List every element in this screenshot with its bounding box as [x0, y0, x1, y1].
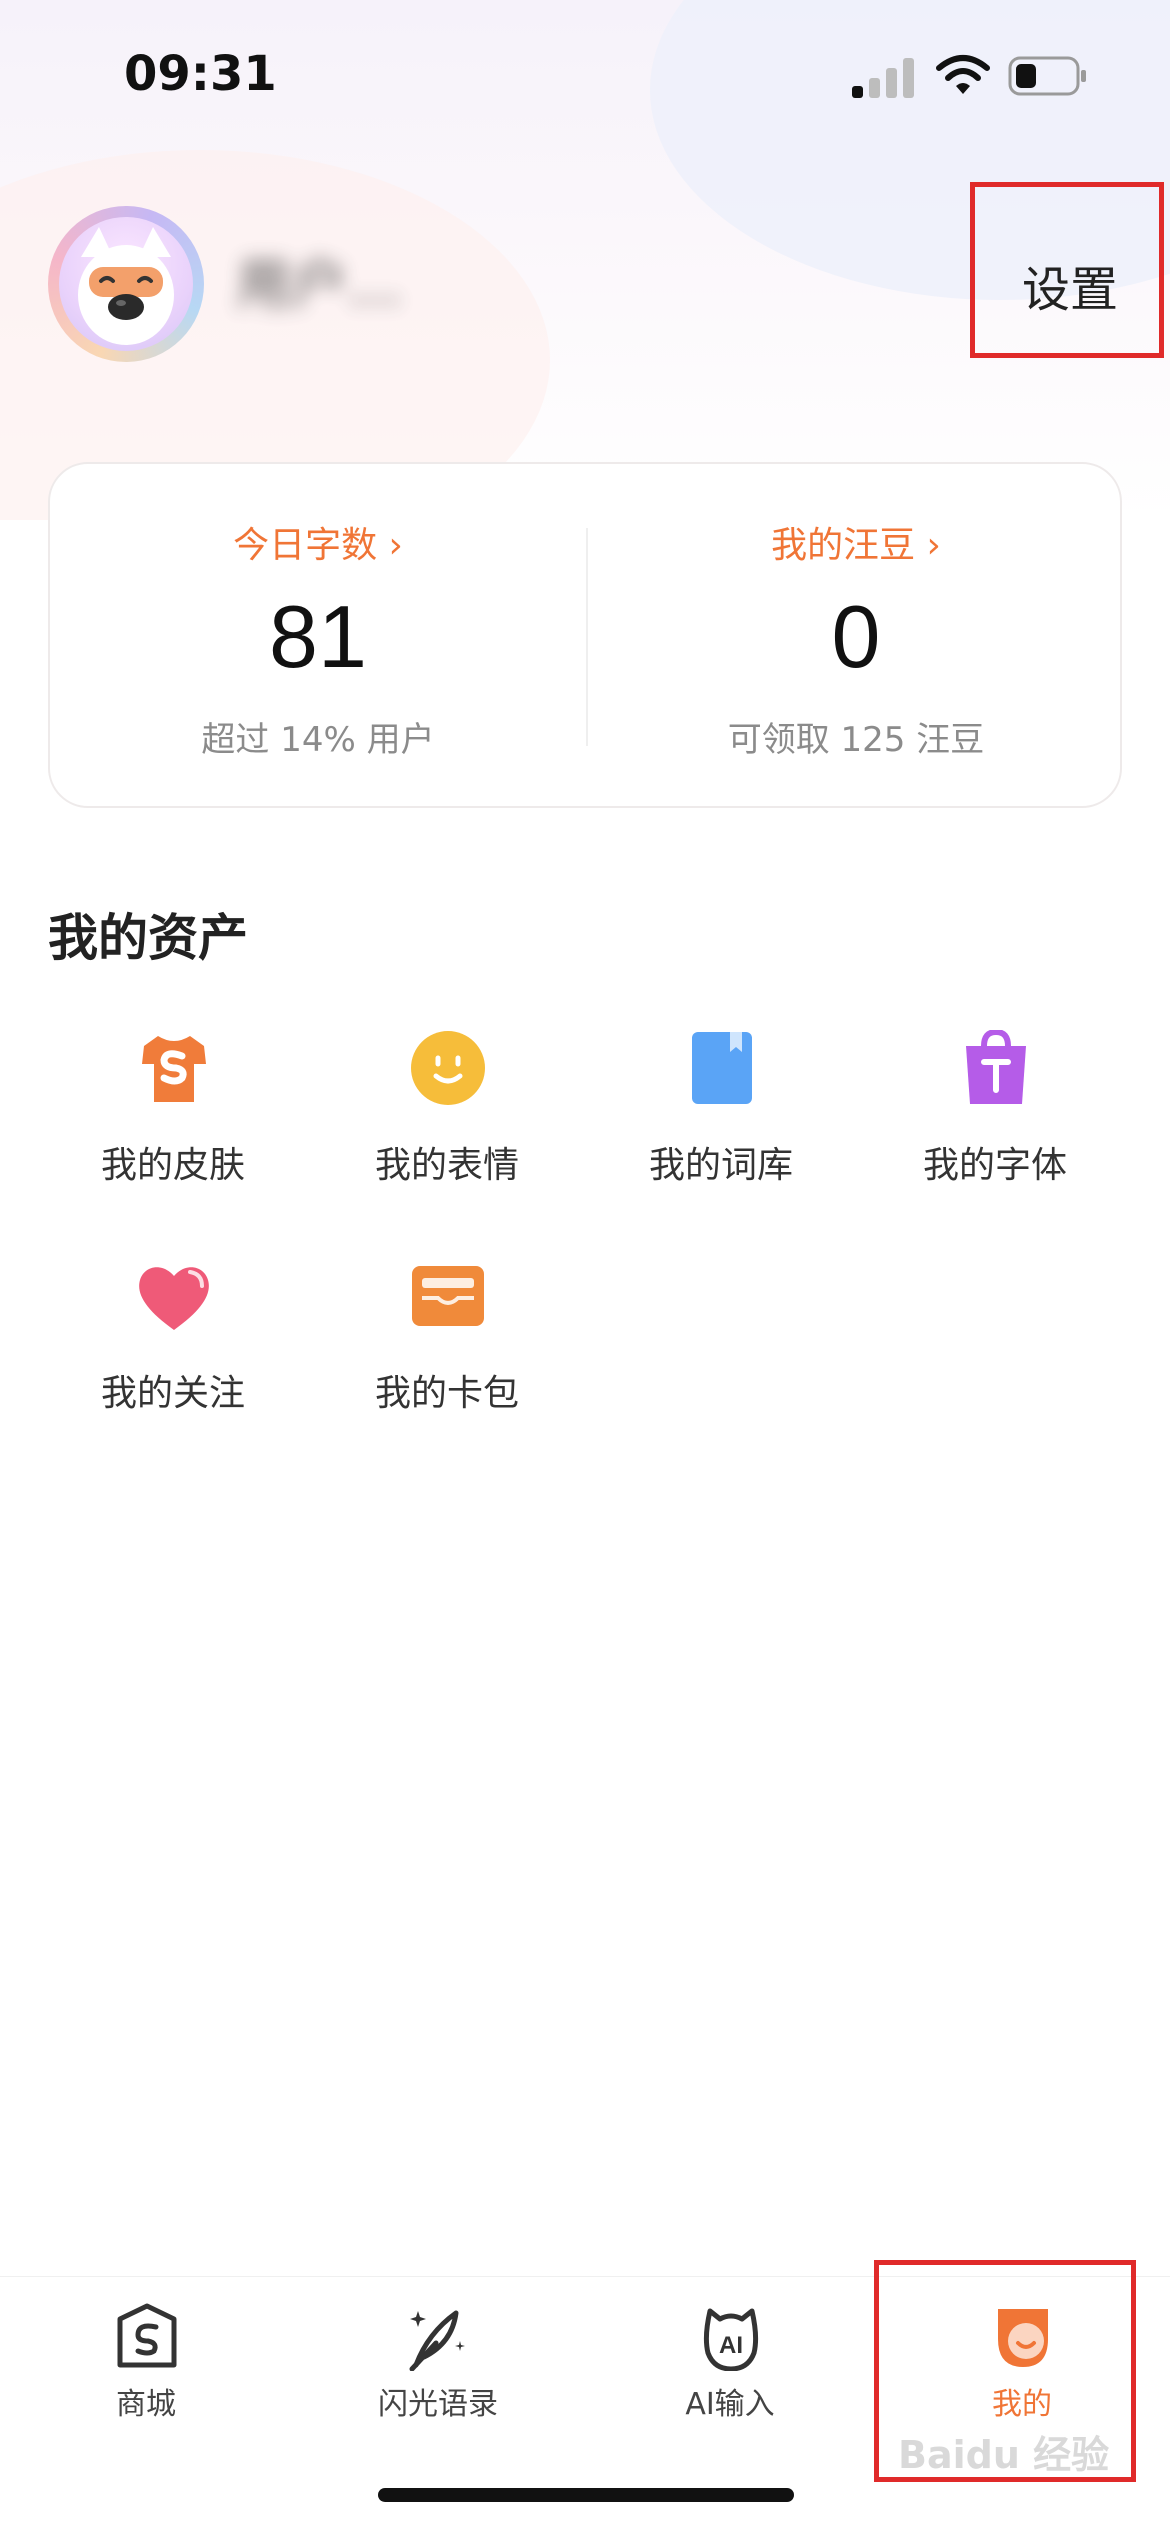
asset-label: 我的词库 — [648, 1145, 793, 1186]
ai-input-icon: AI — [703, 2308, 759, 2371]
dog-mascot-icon — [59, 217, 193, 351]
stat-value: 81 — [269, 587, 367, 686]
stat-label[interactable]: 我的汪豆 › — [588, 516, 1124, 568]
stat-value: 0 — [831, 587, 881, 686]
battery-icon — [1008, 56, 1086, 96]
tab-label: AI输入 — [685, 2387, 775, 2422]
tshirt-icon — [142, 1036, 206, 1102]
svg-text:AI: AI — [719, 2332, 743, 2359]
highlight-box-settings — [970, 182, 1164, 358]
asset-label: 我的关注 — [100, 1373, 245, 1414]
asset-label: 我的表情 — [374, 1145, 519, 1186]
tab-label: 商城 — [116, 2387, 176, 2422]
stat-sub: 超过 14% 用户 — [201, 720, 435, 760]
home-indicator — [378, 2488, 794, 2502]
tab-label: 闪光语录 — [378, 2387, 498, 2422]
stat-sub: 可领取 125 汪豆 — [727, 720, 985, 760]
username: 用户... — [236, 253, 402, 318]
tab-store[interactable]: 商城 — [0, 2277, 292, 2457]
stat-today-chars[interactable]: 今日字数 › 81 超过 14% 用户 — [50, 464, 586, 810]
smiley-icon — [411, 1031, 485, 1105]
stats-card: 今日字数 › 81 超过 14% 用户 我的汪豆 › 0 可领取 125 汪豆 — [48, 462, 1122, 808]
wifi-icon — [936, 55, 990, 94]
asset-label: 我的字体 — [922, 1145, 1067, 1186]
card-wallet-icon — [412, 1266, 484, 1326]
status-time: 09:31 — [124, 46, 277, 102]
cellular-signal-icon — [852, 56, 914, 98]
tab-flash-quotes[interactable]: 闪光语录 — [292, 2277, 584, 2457]
font-bag-icon — [966, 1030, 1026, 1104]
asset-label: 我的卡包 — [374, 1373, 519, 1414]
stat-label[interactable]: 今日字数 › — [50, 516, 586, 568]
avatar[interactable] — [48, 206, 204, 362]
stat-my-beans[interactable]: 我的汪豆 › 0 可领取 125 汪豆 — [588, 464, 1124, 810]
asset-label: 我的皮肤 — [100, 1145, 245, 1186]
heart-icon — [139, 1267, 209, 1330]
watermark: Baidu 经验 — [898, 2433, 1110, 2477]
section-title-assets: 我的资产 — [48, 909, 248, 967]
feather-sparkle-icon — [409, 2310, 465, 2371]
book-icon — [692, 1032, 752, 1104]
tab-ai-input[interactable]: AI AI输入 — [584, 2277, 876, 2457]
store-icon — [117, 2303, 177, 2368]
